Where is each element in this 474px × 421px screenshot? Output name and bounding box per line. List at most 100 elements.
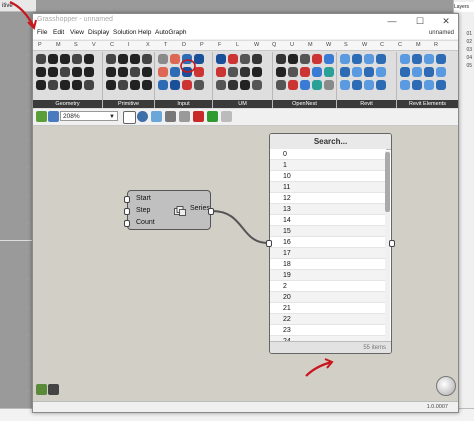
component-icon[interactable] — [170, 54, 180, 64]
menu-file[interactable]: File — [37, 29, 47, 36]
input-port-start[interactable] — [124, 196, 130, 203]
menu-display[interactable]: Display — [88, 29, 109, 36]
component-icon[interactable] — [158, 80, 168, 90]
preview-icon[interactable] — [165, 111, 176, 122]
component-tab[interactable]: M — [416, 42, 421, 48]
component-icon[interactable] — [276, 67, 286, 77]
ribbon-panel-label[interactable]: OpenNest — [273, 100, 336, 108]
ribbon-panel-label[interactable]: Revit Elements — [397, 100, 458, 108]
menu-autograph[interactable]: AutoGraph — [155, 29, 186, 36]
component-icon[interactable] — [324, 67, 334, 77]
component-icon[interactable] — [48, 54, 58, 64]
maximize-button[interactable]: ☐ — [412, 15, 428, 27]
component-icon[interactable] — [352, 67, 362, 77]
component-tab[interactable]: Q — [272, 42, 276, 48]
component-icon[interactable] — [60, 67, 70, 77]
component-icon[interactable] — [252, 80, 262, 90]
component-tab[interactable]: L — [236, 42, 239, 48]
component-icon[interactable] — [324, 80, 334, 90]
component-tab[interactable]: C — [398, 42, 402, 48]
component-icon[interactable] — [424, 80, 434, 90]
layer-item[interactable]: 04 — [466, 54, 472, 62]
menu-view[interactable]: View — [70, 29, 84, 36]
component-icon[interactable] — [36, 80, 46, 90]
component-icon[interactable] — [216, 80, 226, 90]
open-icon[interactable] — [48, 111, 59, 122]
grasshopper-canvas[interactable] — [33, 126, 458, 402]
component-icon[interactable] — [130, 80, 140, 90]
component-icon[interactable] — [84, 67, 94, 77]
component-icon[interactable] — [36, 67, 46, 77]
component-icon[interactable] — [324, 54, 334, 64]
component-icon[interactable] — [60, 54, 70, 64]
close-button[interactable]: ✕ — [438, 15, 454, 27]
component-icon[interactable] — [288, 67, 298, 77]
component-icon[interactable] — [312, 80, 322, 90]
panel-input-port[interactable] — [266, 240, 272, 247]
layer-item[interactable]: 02 — [466, 38, 472, 46]
preview-shaded-icon[interactable] — [193, 111, 204, 122]
layer-item[interactable]: 05 — [466, 62, 472, 70]
component-icon[interactable] — [36, 54, 46, 64]
component-tab[interactable]: S — [74, 42, 78, 48]
component-icon[interactable] — [118, 54, 128, 64]
component-icon[interactable] — [424, 54, 434, 64]
component-tab[interactable]: W — [254, 42, 259, 48]
component-icon[interactable] — [376, 67, 386, 77]
component-icon[interactable] — [252, 67, 262, 77]
canvas-widget-icon[interactable] — [36, 384, 47, 395]
component-icon[interactable] — [400, 54, 410, 64]
panel-component[interactable]: Search... 0 1 10 11 12 13 14 15 16 17 18 19 2 20 21 22 2… — [269, 133, 392, 354]
component-icon[interactable] — [72, 54, 82, 64]
layers-tab[interactable]: Layers — [454, 2, 474, 12]
component-icon[interactable] — [158, 54, 168, 64]
mesh-settings-icon[interactable] — [221, 111, 232, 122]
component-icon[interactable] — [142, 54, 152, 64]
ribbon-panel-label[interactable]: UM — [213, 100, 272, 108]
component-icon[interactable] — [106, 80, 116, 90]
component-tab[interactable]: S — [344, 42, 348, 48]
preview-wire-icon[interactable] — [179, 111, 190, 122]
component-icon[interactable] — [194, 54, 204, 64]
component-icon[interactable] — [118, 80, 128, 90]
component-icon[interactable] — [182, 67, 192, 77]
zoom-extents-icon[interactable] — [123, 111, 136, 124]
menu-solution[interactable]: Solution — [113, 29, 137, 36]
component-icon[interactable] — [340, 54, 350, 64]
component-icon[interactable] — [436, 67, 446, 77]
component-icon[interactable] — [412, 80, 422, 90]
title-bar[interactable]: Grasshopper - unnamed — ☐ ✕ — [33, 14, 458, 28]
component-icon[interactable] — [170, 67, 180, 77]
component-tab[interactable]: V — [92, 42, 96, 48]
panel-output-port[interactable] — [389, 240, 395, 247]
component-icon[interactable] — [240, 67, 250, 77]
component-tab[interactable]: M — [308, 42, 313, 48]
component-icon[interactable] — [170, 80, 180, 90]
ribbon-panel-label[interactable]: Revit — [337, 100, 396, 108]
component-icon[interactable] — [48, 67, 58, 77]
component-icon[interactable] — [158, 67, 168, 77]
component-tab[interactable]: W — [362, 42, 367, 48]
sketch-icon[interactable] — [151, 111, 162, 122]
component-icon[interactable] — [436, 54, 446, 64]
component-icon[interactable] — [376, 80, 386, 90]
component-icon[interactable] — [84, 54, 94, 64]
component-icon[interactable] — [288, 54, 298, 64]
component-tab[interactable]: F — [218, 42, 221, 48]
component-icon[interactable] — [48, 80, 58, 90]
component-icon[interactable] — [72, 67, 82, 77]
component-icon[interactable] — [106, 54, 116, 64]
preview-selected-icon[interactable] — [207, 111, 218, 122]
component-icon[interactable] — [312, 54, 322, 64]
component-icon[interactable] — [228, 54, 238, 64]
component-icon[interactable] — [352, 80, 362, 90]
component-icon[interactable] — [182, 54, 192, 64]
component-tab[interactable]: M — [56, 42, 61, 48]
component-tab[interactable]: W — [326, 42, 331, 48]
component-tab[interactable]: X — [146, 42, 150, 48]
component-icon[interactable] — [300, 54, 310, 64]
component-tab[interactable]: C — [380, 42, 384, 48]
zoom-select[interactable]: 208% ▼ — [60, 111, 118, 121]
layer-item[interactable]: 01 — [466, 30, 472, 38]
component-icon[interactable] — [312, 67, 322, 77]
